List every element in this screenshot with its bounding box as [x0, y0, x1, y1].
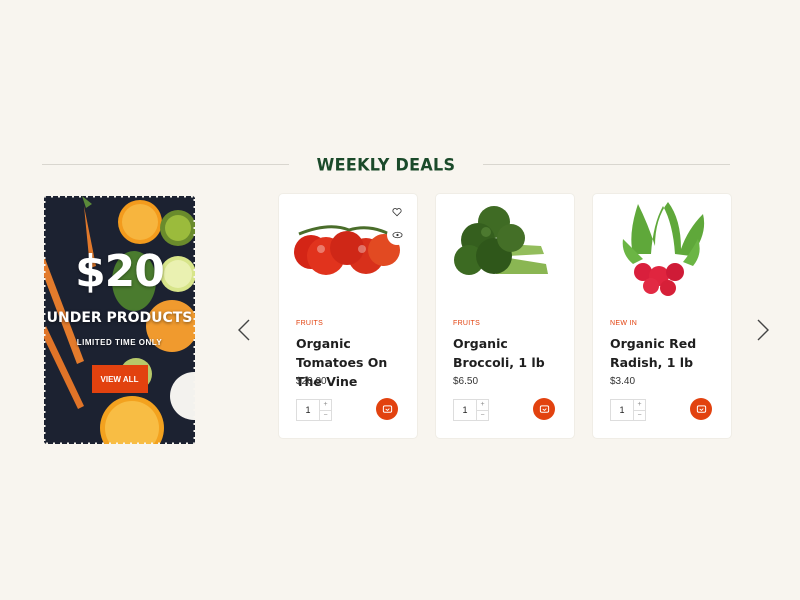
quantity-value[interactable]: 1 [611, 400, 633, 420]
quantity-increment-button[interactable]: + [634, 400, 645, 410]
quantity-stepper[interactable]: 1 + − [610, 399, 646, 421]
product-price: $3.40 [610, 376, 636, 387]
product-category: FRUITS [453, 320, 481, 327]
quantity-increment-button[interactable]: + [477, 400, 488, 410]
section-title: WEEKLY DEALS [316, 154, 456, 174]
quantity-decrement-button[interactable]: − [634, 409, 645, 421]
view-all-button[interactable]: VIEW ALL [91, 365, 148, 393]
quantity-stepper[interactable]: 1 + − [296, 399, 332, 421]
product-card[interactable]: FRUITS Organic Tomatoes On The Vine $20.… [279, 194, 417, 438]
product-card[interactable]: FRUITS Organic Broccoli, 1 lb $6.50 1 + … [436, 194, 574, 438]
product-image-radish[interactable] [593, 194, 731, 306]
product-card[interactable]: NEW IN Organic Red Radish, 1 lb $3.40 1 … [593, 194, 731, 438]
section-header: WEEKLY DEALS [42, 150, 730, 178]
chevron-left-icon[interactable] [236, 318, 252, 342]
chevron-right-icon[interactable] [755, 318, 771, 342]
promo-banner: $20 UNDER PRODUCTS LIMITED TIME ONLY VIE… [44, 196, 195, 444]
add-to-cart-button[interactable] [533, 398, 555, 420]
cart-icon [539, 404, 549, 413]
quantity-value[interactable]: 1 [297, 400, 319, 420]
divider-left [42, 163, 289, 165]
quantity-value[interactable]: 1 [454, 400, 476, 420]
cart-icon [382, 404, 392, 413]
promo-tagline: LIMITED TIME ONLY [76, 338, 163, 347]
divider-right [483, 163, 730, 165]
product-price: $6.50 [453, 376, 479, 387]
wishlist-heart-icon[interactable] [387, 202, 407, 222]
product-category: NEW IN [610, 320, 638, 327]
quantity-increment-button[interactable]: + [320, 400, 331, 410]
product-name[interactable]: Organic Red Radish, 1 lb [610, 334, 720, 372]
product-category: FRUITS [296, 320, 324, 327]
product-price: $20.00 [296, 376, 327, 387]
product-name[interactable]: Organic Broccoli, 1 lb [453, 334, 563, 372]
product-image-broccoli[interactable] [436, 194, 574, 306]
add-to-cart-button[interactable] [376, 398, 398, 420]
cart-icon [696, 404, 706, 413]
quantity-stepper[interactable]: 1 + − [453, 399, 489, 421]
promo-price: $20 [75, 246, 165, 297]
quick-view-eye-icon[interactable] [387, 225, 407, 245]
promo-subtitle: UNDER PRODUCTS [46, 310, 193, 326]
add-to-cart-button[interactable] [690, 398, 712, 420]
quantity-decrement-button[interactable]: − [320, 409, 331, 421]
quantity-decrement-button[interactable]: − [477, 409, 488, 421]
